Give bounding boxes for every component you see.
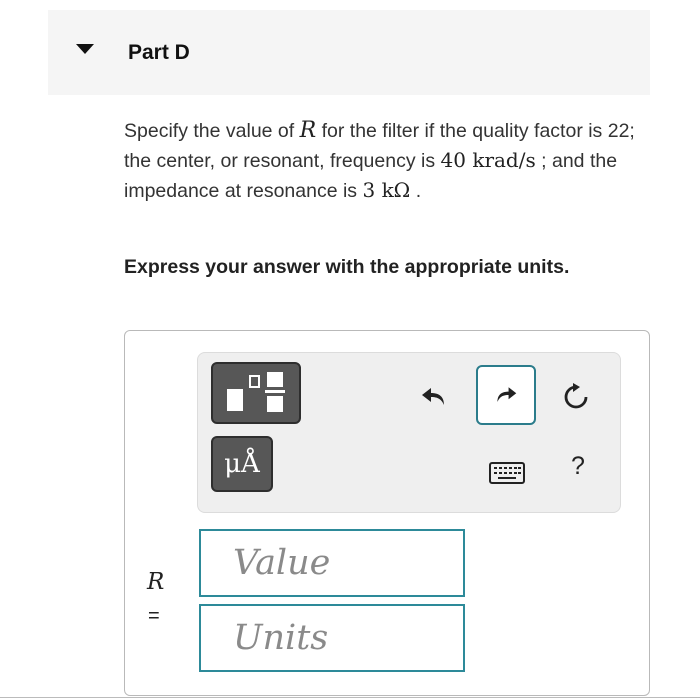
units-button[interactable]: μÅ (211, 436, 273, 492)
part-title: Part D (128, 41, 190, 64)
collapse-caret-icon[interactable] (76, 44, 94, 54)
help-icon: ? (571, 452, 585, 480)
reset-icon[interactable] (561, 382, 591, 412)
question-text: Specify the value of R for the filter if… (124, 116, 654, 206)
equals-sign: = (148, 605, 160, 627)
value-field[interactable] (199, 529, 465, 597)
units-field[interactable] (199, 604, 465, 672)
question-text-4: . (410, 180, 422, 202)
redo-button[interactable] (476, 365, 536, 425)
redo-icon (497, 387, 517, 402)
frequency-value: 40 krad/s (440, 148, 536, 172)
divider (0, 697, 700, 698)
question-text-1: Specify the value of (124, 120, 300, 142)
keyboard-icon[interactable] (489, 461, 525, 485)
units-icon: μÅ (224, 449, 260, 479)
math-toolbar: μÅ ? (197, 352, 621, 513)
templates-button[interactable] (211, 362, 301, 424)
units-input[interactable] (201, 606, 463, 670)
help-button[interactable]: ? (566, 452, 590, 481)
answer-box: μÅ ? R = (124, 330, 650, 696)
impedance-value: 3 kΩ (362, 178, 411, 202)
value-input[interactable] (201, 531, 463, 595)
variable-r: R (299, 118, 317, 143)
undo-icon[interactable] (420, 383, 448, 411)
part-header[interactable]: Part D (48, 10, 650, 95)
answer-variable-label: R (147, 569, 165, 595)
answer-instruction: Express your answer with the appropriate… (124, 256, 570, 278)
